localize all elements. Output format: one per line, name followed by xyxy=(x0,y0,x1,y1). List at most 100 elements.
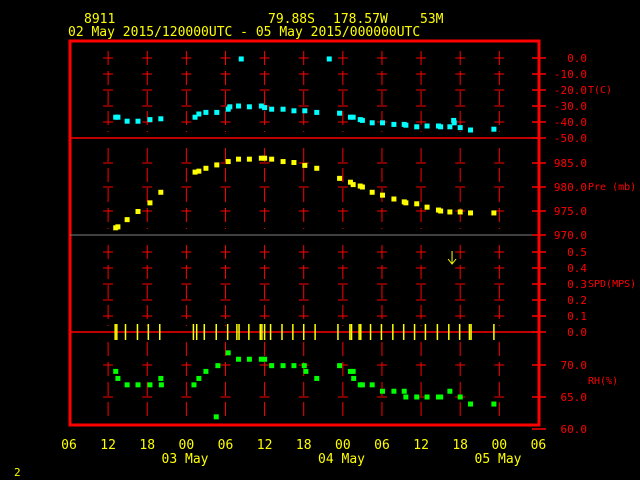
data-marks xyxy=(113,56,497,420)
humidity-point xyxy=(147,382,153,388)
pressure-point xyxy=(269,156,275,162)
humidity-point xyxy=(447,388,453,394)
temperature-axis-label: T(C) xyxy=(588,85,612,96)
temperature-point xyxy=(380,120,386,126)
pressure-point xyxy=(115,224,121,230)
x-tick-label: 00 xyxy=(179,438,195,453)
temperature-point xyxy=(468,127,474,133)
temperature-point xyxy=(238,56,244,62)
meteogram-chart: 8911 79.88S 178.57W 53M 02 May 2015/1200… xyxy=(14,12,636,479)
humidity-point xyxy=(115,375,121,381)
humidity-point xyxy=(203,368,209,374)
pressure-point xyxy=(314,165,320,171)
pressure-point xyxy=(424,204,430,210)
pressure-point xyxy=(468,210,474,216)
pressure-point xyxy=(135,208,141,214)
y-tick-label: 980.0 xyxy=(554,181,587,194)
temperature-point xyxy=(196,111,202,117)
temperature-point xyxy=(227,104,233,110)
temperature-point xyxy=(115,114,121,120)
temperature-point xyxy=(314,109,320,115)
pressure-point xyxy=(391,196,397,202)
humidity-point xyxy=(236,356,242,362)
x-tick-label: 06 xyxy=(218,438,234,453)
y-tick-label: 60.0 xyxy=(561,423,588,436)
pressure-point xyxy=(124,217,130,223)
humidity-point xyxy=(246,356,252,362)
humidity-point xyxy=(196,375,202,381)
pressure-point xyxy=(447,209,453,215)
humidity-point xyxy=(124,382,130,388)
humidity-point xyxy=(303,368,309,374)
y-tick-label: 0.1 xyxy=(567,310,587,323)
temperature-point xyxy=(280,106,286,112)
temperature-point xyxy=(414,124,420,130)
y-tick-label: 0.0 xyxy=(567,52,587,65)
humidity-axis-label: RH(%) xyxy=(588,376,618,387)
humidity-point xyxy=(225,350,231,356)
x-date-label: 04 May xyxy=(318,452,365,467)
x-date-label: 05 May xyxy=(475,452,522,467)
temperature-point xyxy=(391,121,397,127)
wind-direction-arrow-icon xyxy=(447,251,457,265)
x-tick-label: 12 xyxy=(413,438,429,453)
humidity-point xyxy=(191,382,197,388)
y-tick-label: 975.0 xyxy=(554,205,587,218)
x-tick-label: 00 xyxy=(335,438,351,453)
pressure-point xyxy=(262,155,268,161)
humidity-point xyxy=(158,382,164,388)
y-tick-label: -50.0 xyxy=(554,132,587,145)
temperature-point xyxy=(203,109,209,115)
y-tick-label: 985.0 xyxy=(554,157,587,170)
temperature-point xyxy=(424,123,430,129)
pressure-point xyxy=(359,184,365,190)
humidity-point xyxy=(213,414,219,420)
humidity-point xyxy=(158,375,164,381)
humidity-point xyxy=(391,388,397,394)
humidity-point xyxy=(269,363,275,369)
temperature-point xyxy=(291,108,297,114)
humidity-point xyxy=(380,388,386,394)
pressure-point xyxy=(196,168,202,174)
temperature-point xyxy=(447,124,453,130)
humidity-point xyxy=(337,363,343,369)
x-tick-label: 12 xyxy=(100,438,116,453)
x-tick-label: 06 xyxy=(531,438,547,453)
x-tick-label: 18 xyxy=(452,438,468,453)
pressure-point xyxy=(246,156,252,162)
pressure-point xyxy=(225,159,231,165)
humidity-point xyxy=(113,368,119,374)
humidity-point xyxy=(301,363,307,369)
temperature-point xyxy=(451,120,457,126)
temperature-point xyxy=(236,103,242,109)
y-tick-label: 970.0 xyxy=(554,229,587,242)
temperature-point xyxy=(147,117,153,123)
pressure-point xyxy=(350,182,356,188)
y-tick-label: -40.0 xyxy=(554,116,587,129)
humidity-point xyxy=(215,363,221,369)
temperature-point xyxy=(269,106,275,112)
x-tick-label: 06 xyxy=(61,438,77,453)
temperature-point xyxy=(135,118,141,124)
y-tick-label: 0.4 xyxy=(567,262,587,275)
temperature-point xyxy=(337,110,343,116)
pressure-point xyxy=(147,200,153,206)
humidity-point xyxy=(314,375,320,381)
pressure-point xyxy=(491,210,497,216)
humidity-point xyxy=(135,382,141,388)
humidity-point xyxy=(403,394,409,400)
humidity-point xyxy=(359,382,365,388)
temperature-point xyxy=(246,104,252,110)
y-tick-label: -30.0 xyxy=(554,100,587,113)
humidity-point xyxy=(350,368,356,374)
pressure-point xyxy=(369,189,375,195)
humidity-point xyxy=(468,401,474,407)
temperature-point xyxy=(457,125,463,131)
period-label: 02 May 2015/120000UTC - 05 May 2015/0000… xyxy=(68,25,420,40)
pressure-point xyxy=(291,160,297,166)
x-date-label: 03 May xyxy=(162,452,209,467)
humidity-point xyxy=(424,394,430,400)
humidity-point xyxy=(491,401,497,407)
pressure-point xyxy=(302,162,308,168)
temperature-point xyxy=(438,124,444,130)
